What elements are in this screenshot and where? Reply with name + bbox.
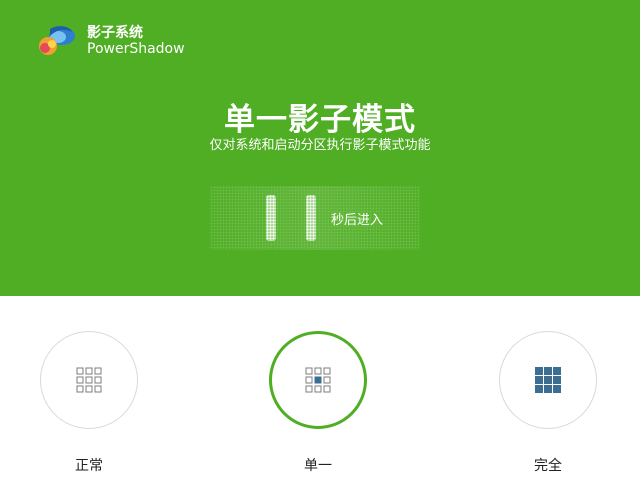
mode-normal-circle[interactable] bbox=[40, 331, 138, 429]
grid-filled-icon bbox=[535, 367, 561, 393]
countdown-panel: 11 秒后进入 bbox=[210, 186, 420, 250]
countdown-value: 11 bbox=[210, 186, 211, 187]
header-banner: 影子系统 PowerShadow 单一影子模式 仅对系统和启动分区执行影子模式功… bbox=[0, 0, 640, 296]
powershadow-logo-icon bbox=[39, 26, 75, 55]
mode-single-label: 单一 bbox=[304, 458, 332, 474]
mode-title: 单一影子模式 bbox=[224, 102, 416, 138]
mode-full-label: 完全 bbox=[534, 458, 562, 474]
mode-single-circle[interactable] bbox=[269, 331, 367, 429]
grid-outline-icon bbox=[76, 367, 102, 393]
countdown-digit-2 bbox=[306, 195, 316, 241]
mode-description: 仅对系统和启动分区执行影子模式功能 bbox=[209, 138, 431, 153]
mode-normal-button[interactable]: 正常 bbox=[40, 296, 140, 474]
countdown-digit-1 bbox=[266, 195, 276, 241]
mode-selector: 正常 单一 完全 bbox=[0, 296, 640, 480]
mode-normal-label: 正常 bbox=[75, 458, 103, 474]
mode-single-button[interactable]: 单一 bbox=[269, 296, 369, 474]
mode-full-button[interactable]: 完全 bbox=[499, 296, 599, 474]
app-name-en: PowerShadow bbox=[87, 41, 185, 57]
countdown-text: 秒后进入 bbox=[331, 213, 384, 228]
app-name-cn: 影子系统 bbox=[87, 25, 143, 41]
mode-full-circle[interactable] bbox=[499, 331, 597, 429]
grid-center-filled-icon bbox=[305, 367, 331, 393]
